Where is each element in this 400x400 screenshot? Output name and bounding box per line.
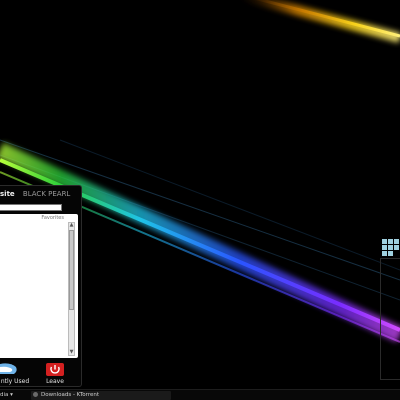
scrollbar-thumb[interactable] — [69, 230, 74, 310]
favorites-panel: Favorites ▲ ▼ — [0, 214, 78, 358]
search-input[interactable] — [0, 204, 62, 211]
side-panel-frame — [380, 258, 400, 380]
scroll-down-icon[interactable]: ▼ — [69, 350, 74, 355]
power-icon — [46, 363, 64, 376]
scroll-up-icon[interactable]: ▲ — [69, 223, 74, 228]
launcher-hostname: BLACK PEARL — [22, 190, 71, 198]
recently-used-icon — [0, 363, 17, 374]
tab-leave[interactable]: Leave — [40, 362, 70, 388]
application-launcher: site BLACK PEARL Favorites ▲ ▼ ntly Used… — [0, 185, 82, 387]
taskbar-item-ktorrent-label: Downloads - KTorrent — [41, 392, 99, 398]
launcher-header: site BLACK PEARL — [0, 186, 81, 202]
tab-recently-used-label: ntly Used — [0, 378, 30, 385]
scrollbar[interactable]: ▲ ▼ — [68, 222, 75, 356]
taskbar-item-ktorrent[interactable]: Downloads - KTorrent — [31, 391, 171, 400]
taskbar: dia ▾ Downloads - KTorrent — [0, 389, 400, 400]
tab-leave-label: Leave — [46, 378, 64, 385]
grid-icon[interactable] — [380, 237, 400, 259]
favorites-label: Favorites — [41, 215, 64, 221]
ktorrent-icon — [33, 392, 38, 397]
tab-recently-used[interactable]: ntly Used — [0, 362, 30, 388]
launcher-title: site — [0, 190, 15, 198]
taskbar-item-media[interactable]: dia ▾ — [0, 391, 18, 400]
